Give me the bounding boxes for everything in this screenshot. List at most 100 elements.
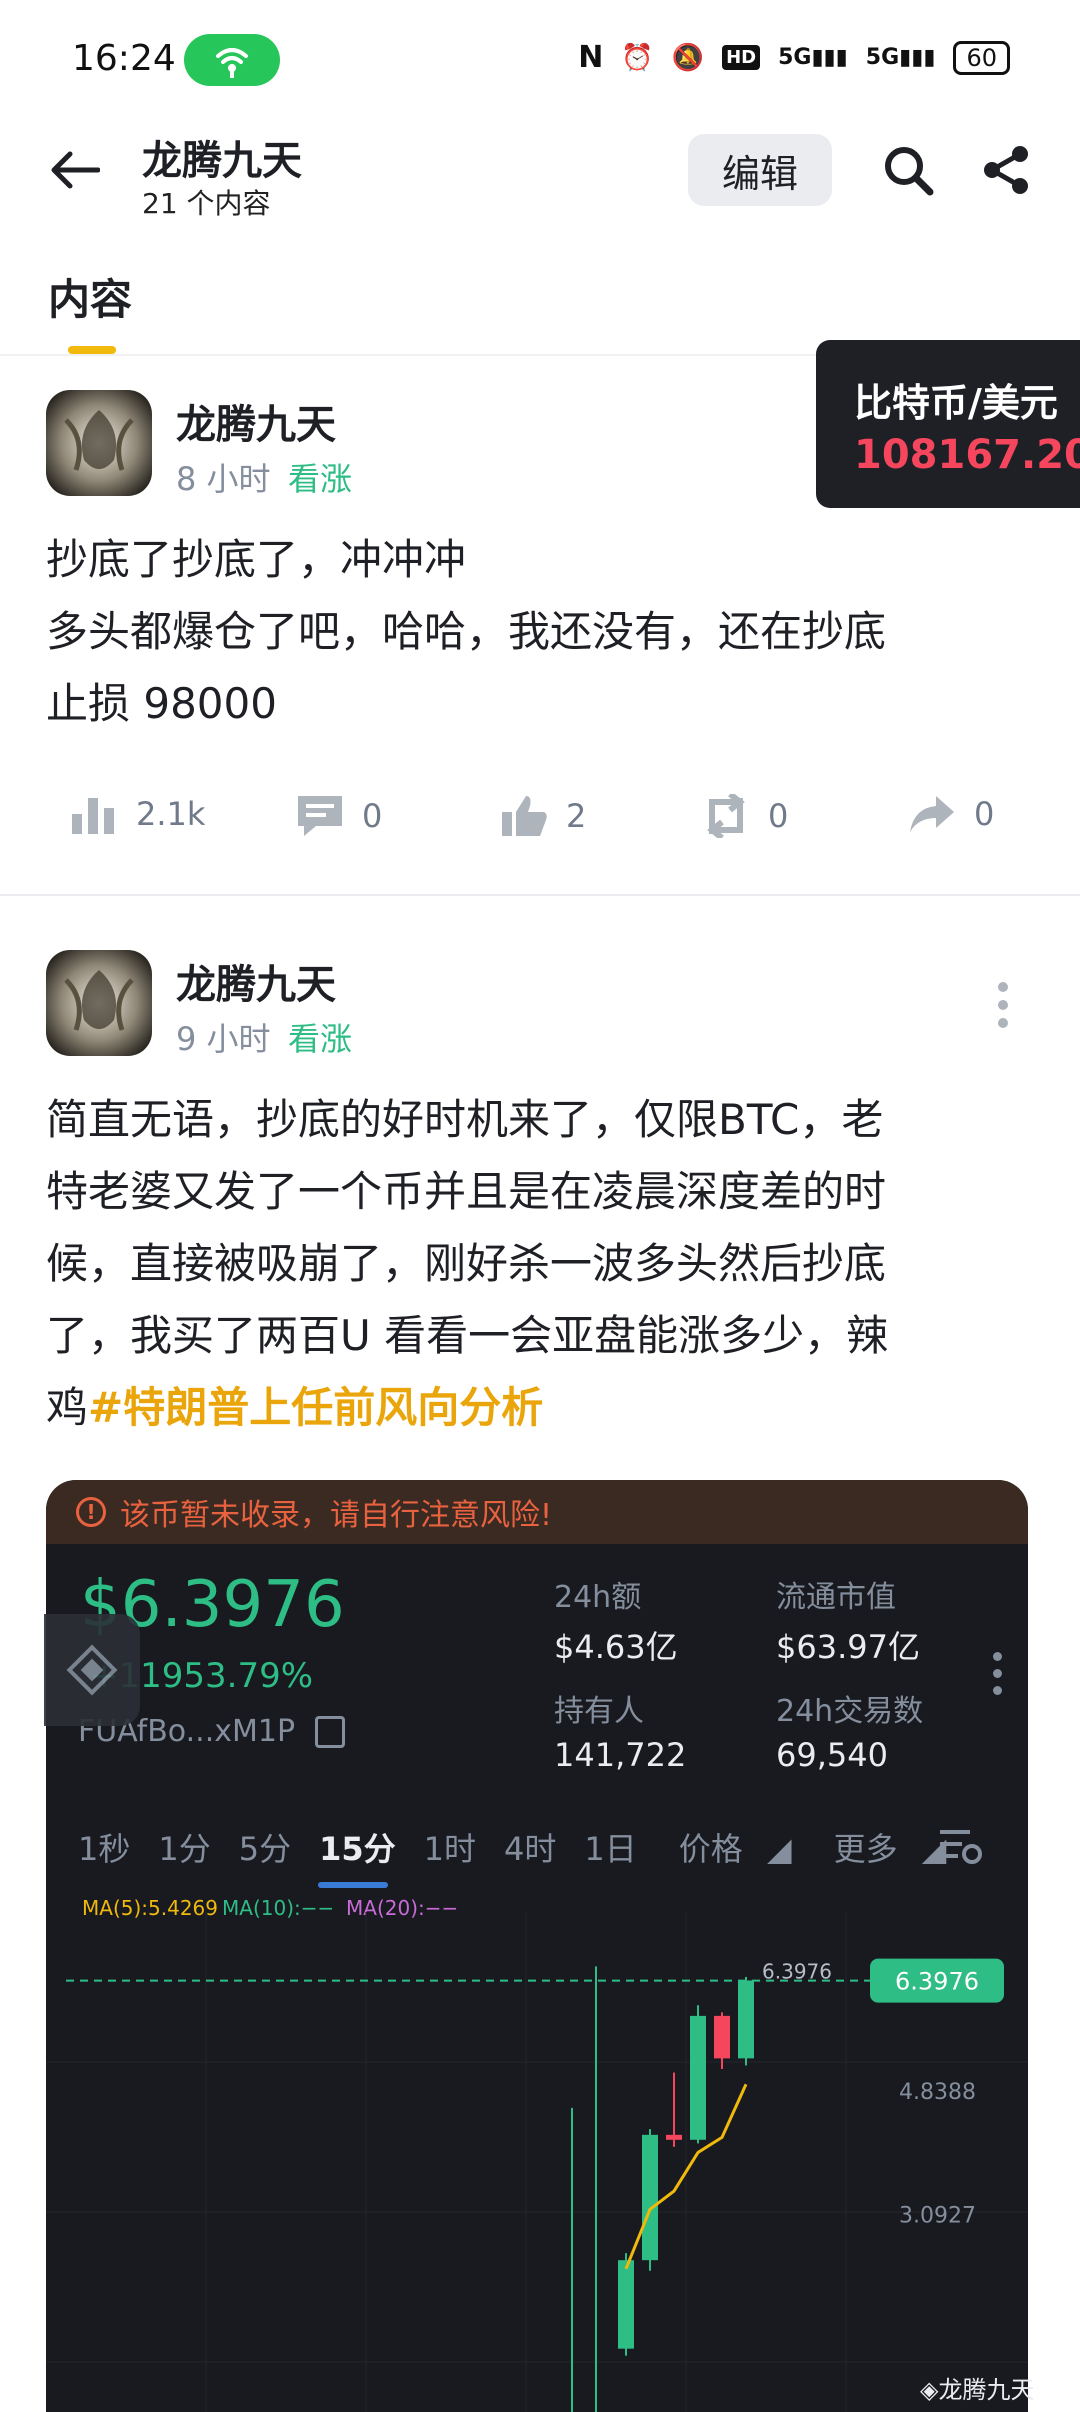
interval-1d[interactable]: 1日: [570, 1824, 650, 1870]
interval-indicator: [318, 1882, 388, 1888]
post-body[interactable]: 简直无语，抄底的好时机来了，仅限BTC，老 特老婆又发了一个币并且是在凌晨深度差…: [46, 1084, 1046, 1444]
avatar[interactable]: [46, 950, 152, 1056]
price-dropdown[interactable]: 价格 ◢: [651, 1824, 806, 1870]
candle-body[interactable]: [666, 2134, 682, 2140]
sentiment-badge: 看涨: [288, 1020, 353, 1058]
warning-icon: !: [76, 1497, 106, 1527]
stat-value: 69,540: [776, 1736, 888, 1774]
status-time: 16:24: [72, 38, 176, 79]
y-tick-label: 3.0927: [899, 2204, 976, 2229]
stat-label: 24h交易数: [776, 1694, 924, 1729]
interval-1h[interactable]: 1时: [410, 1824, 490, 1870]
post-divider: [0, 894, 1080, 896]
post-line: 多头都爆仓了吧，哈哈，我还没有，还在抄底: [46, 607, 887, 656]
watermark-logo-icon: ◈: [920, 2376, 939, 2404]
ticker-pair: 比特币/美元: [854, 381, 1058, 425]
binance-logo-icon: [66, 1644, 118, 1696]
current-price-text: 6.3976: [762, 1960, 832, 1984]
share-count: 0: [974, 795, 995, 833]
author-name[interactable]: 龙腾九天: [176, 952, 336, 1010]
share-icon[interactable]: [980, 144, 1032, 196]
post-line-end: 鸡: [46, 1383, 89, 1432]
candle-body[interactable]: [690, 2015, 706, 2140]
warning-text: 该币暂未收录，请自行注意风险!: [120, 1498, 553, 1533]
chart-settings-icon[interactable]: [938, 1826, 982, 1866]
post-line: 特老婆又发了一个币并且是在凌晨深度差的时: [46, 1167, 887, 1216]
candlestick-chart[interactable]: 6.58404.83883.09276.39766.3976: [46, 1912, 1028, 2412]
forward-arrow-icon: [910, 796, 954, 832]
stat-value: $4.63亿: [554, 1628, 678, 1666]
candle-body[interactable]: [618, 2260, 634, 2349]
comment-icon: [298, 796, 342, 836]
forward-button[interactable]: 0: [908, 794, 994, 834]
thumbs-up-icon: [502, 796, 547, 836]
repost-icon: [707, 794, 745, 838]
post-line: 候，直接被吸崩了，刚好杀一波多头然后抄底: [46, 1239, 887, 1288]
post-line: 简直无语，抄底的好时机来了，仅限BTC，老: [46, 1095, 884, 1144]
content-count: 21 个内容: [142, 187, 271, 220]
status-icons: N ⏰ 🔕 HD 5G▮▮▮ 5G▮▮▮ 60: [578, 40, 1010, 75]
interval-5m[interactable]: 5分: [225, 1824, 305, 1870]
floating-logo-button[interactable]: [44, 1614, 140, 1726]
like-count: 2: [566, 797, 587, 835]
more-options-icon[interactable]: [998, 982, 1012, 1036]
card-more-icon[interactable]: [993, 1652, 1002, 1703]
edit-button[interactable]: 编辑: [688, 134, 832, 206]
token-card[interactable]: ! 该币暂未收录，请自行注意风险! $6.3976 +11953.79% FUA…: [46, 1480, 1028, 2412]
views-button[interactable]: 2.1k: [70, 794, 205, 834]
hashtag-link[interactable]: #特朗普上任前风向分析: [88, 1383, 543, 1432]
nfc-icon: N: [578, 40, 604, 75]
risk-warning: ! 该币暂未收录，请自行注意风险!: [46, 1480, 1028, 1544]
interval-4h[interactable]: 4时: [490, 1824, 570, 1870]
candle-body[interactable]: [642, 2134, 658, 2261]
repost-button[interactable]: 0: [702, 794, 788, 838]
sentiment-badge: 看涨: [288, 460, 353, 498]
dragon-avatar-icon: [46, 390, 152, 496]
comment-count: 0: [362, 797, 383, 835]
watermark-text: 龙腾九天: [938, 2376, 1035, 2404]
interval-1s[interactable]: 1秒: [64, 1824, 144, 1870]
stat-value: 141,722: [554, 1736, 687, 1774]
post-line: 抄底了抄底了，冲冲冲: [46, 535, 467, 584]
post-line: 鸡#特朗普上任前风向分析: [46, 1372, 1046, 1444]
avatar[interactable]: [46, 390, 152, 496]
current-price-tag-text: 6.3976: [895, 1968, 979, 1996]
post-line: 止损 98000: [46, 679, 277, 728]
more-dropdown-label: 更多: [833, 1830, 898, 1868]
views-count: 2.1k: [136, 795, 206, 833]
author-name[interactable]: 龙腾九天: [176, 392, 336, 450]
comment-button[interactable]: 0: [296, 794, 382, 838]
stat-label: 24h额: [554, 1580, 642, 1615]
like-button[interactable]: 2: [500, 794, 586, 838]
5g-signal-icon: 5G▮▮▮: [865, 45, 936, 70]
hd-icon: HD: [722, 45, 761, 70]
tab-indicator: [68, 346, 116, 354]
watermark: ◈龙腾九天: [920, 2370, 1034, 2405]
stat-value: $63.97亿: [776, 1628, 920, 1666]
page-title: 龙腾九天: [142, 138, 302, 184]
repost-count: 0: [768, 797, 789, 835]
wifi-hotspot-icon: [216, 48, 248, 78]
interval-15m[interactable]: 15分: [305, 1824, 410, 1870]
tab-content[interactable]: 内容: [48, 266, 132, 327]
stat-label: 流通市值: [776, 1580, 896, 1615]
dragon-avatar-icon: [46, 950, 152, 1056]
bar-chart-icon: [72, 798, 114, 834]
post-line: 了，我买了两百U 看看一会亚盘能涨多少，辣: [46, 1311, 889, 1360]
interval-tabs: 1秒 1分 5分 15分 1时 4时 1日 价格 ◢ 更多 ◢: [64, 1824, 960, 1870]
ticker-price: 108167.20: [854, 432, 1080, 478]
stat-label: 持有人: [554, 1694, 644, 1729]
interval-1m[interactable]: 1分: [144, 1824, 224, 1870]
post-time: 8 小时: [176, 460, 271, 498]
post-time: 9 小时: [176, 1020, 271, 1058]
post-body[interactable]: 抄底了抄底了，冲冲冲 多头都爆仓了吧，哈哈，我还没有，还在抄底 止损 98000: [46, 524, 1036, 740]
back-arrow-icon[interactable]: [50, 150, 100, 190]
battery-icon: 60: [953, 40, 1010, 75]
price-dropdown-label: 价格: [678, 1830, 743, 1868]
copy-icon[interactable]: [315, 1715, 346, 1748]
price-ticker[interactable]: 比特币/美元 108167.20: [816, 340, 1080, 508]
candle-body[interactable]: [714, 2015, 730, 2059]
candle-body[interactable]: [738, 1980, 754, 2059]
5g-signal-icon: 5G▮▮▮: [778, 45, 848, 70]
search-icon[interactable]: [882, 144, 934, 196]
